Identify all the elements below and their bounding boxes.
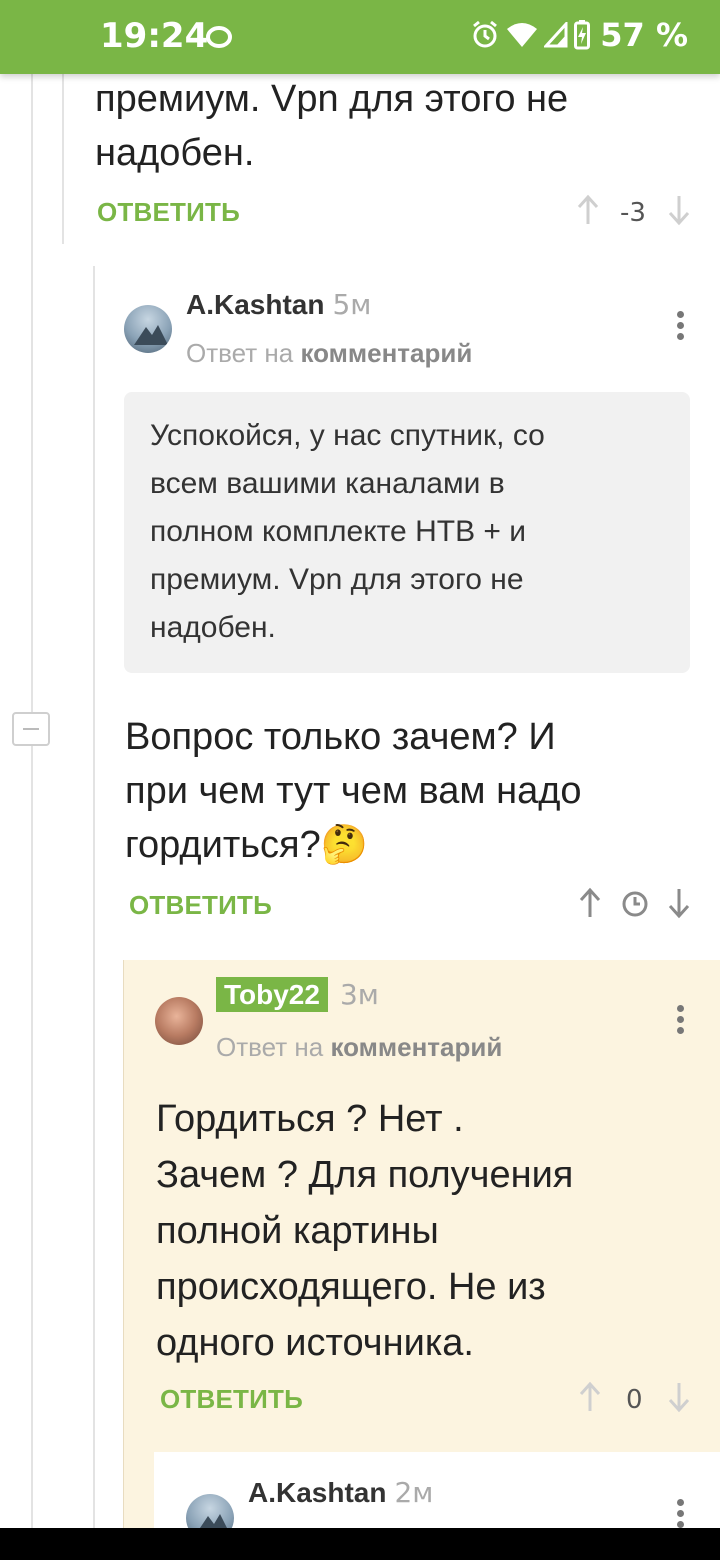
- comment-header: A.Kashtan 2м: [248, 1476, 433, 1509]
- downvote-icon[interactable]: [667, 887, 691, 919]
- thread-line: [31, 74, 33, 1528]
- system-navigation-bar: [0, 1528, 720, 1560]
- reply-to-meta: Ответ на комментарий: [216, 1032, 502, 1063]
- quote-line: полном комплекте НТВ + и: [150, 515, 527, 548]
- comment-time: 5м: [332, 288, 372, 321]
- quote-text: Успокойся, у нас спутник, со всем вашими…: [150, 412, 670, 652]
- more-options-icon[interactable]: [674, 309, 686, 343]
- comment-text: премиум. Vpn для этого не надобен.: [95, 72, 695, 180]
- battery-charging-icon: [574, 20, 591, 50]
- quoted-comment: Успокойся, у нас спутник, со всем вашими…: [124, 392, 690, 673]
- reply-button[interactable]: ОТВЕТИТЬ: [129, 890, 272, 921]
- more-options-icon[interactable]: [674, 1003, 686, 1037]
- thread-line: [93, 266, 95, 1528]
- reply-target-link[interactable]: комментарий: [330, 1032, 502, 1062]
- clock-icon: [622, 891, 648, 917]
- upvote-icon[interactable]: [578, 887, 602, 919]
- comment-time: 3м: [339, 978, 379, 1011]
- more-options-icon[interactable]: [674, 1497, 686, 1531]
- comment-time: 2м: [394, 1476, 434, 1509]
- comment-line: при чем тут чем вам надо: [125, 770, 582, 812]
- comment-line: происходящего. Не из: [156, 1266, 546, 1308]
- thread-line: [62, 74, 64, 244]
- comment-header: Toby22 3м: [216, 977, 379, 1012]
- status-icons: 57 %: [470, 16, 688, 54]
- alarm-icon: [473, 20, 498, 48]
- status-bar: 19:24 57 %: [0, 0, 720, 74]
- vpn-icon: [206, 26, 232, 48]
- wifi-icon: [507, 23, 538, 47]
- reply-target-link[interactable]: комментарий: [300, 338, 472, 368]
- comment-text: Вопрос только зачем? И при чем тут чем в…: [125, 710, 705, 872]
- reply-button[interactable]: ОТВЕТИТЬ: [97, 197, 240, 228]
- collapse-thread-button[interactable]: [12, 712, 50, 746]
- reply-button[interactable]: ОТВЕТИТЬ: [160, 1384, 303, 1415]
- comment-line: премиум. Vpn для этого не: [95, 78, 569, 120]
- author-name[interactable]: Toby22: [216, 977, 328, 1012]
- comment-line: одного источника.: [156, 1322, 474, 1364]
- avatar[interactable]: [155, 997, 203, 1045]
- author-name[interactable]: A.Kashtan: [186, 289, 324, 320]
- comment-block: [154, 1452, 720, 1528]
- comment-line: надобен.: [95, 132, 255, 174]
- avatar[interactable]: [124, 305, 172, 353]
- quote-line: Успокойся, у нас спутник, со: [150, 419, 545, 452]
- comment-line: Вопрос только зачем? И: [125, 716, 556, 758]
- upvote-icon[interactable]: [576, 194, 600, 226]
- comment-text: Гордиться ? Нет . Зачем ? Для получения …: [156, 1091, 706, 1371]
- comment-line: Зачем ? Для получения: [156, 1154, 574, 1196]
- signal-icon: [544, 22, 568, 48]
- battery-percent: 57 %: [600, 16, 688, 54]
- author-name[interactable]: A.Kashtan: [248, 1477, 386, 1508]
- vote-score: -3: [620, 198, 646, 228]
- upvote-icon[interactable]: [578, 1381, 602, 1413]
- comment-line: гордиться?🤔: [125, 824, 369, 866]
- downvote-icon[interactable]: [667, 1381, 691, 1413]
- reply-prefix: Ответ на: [216, 1032, 324, 1062]
- comment-line: Гордиться ? Нет .: [156, 1098, 464, 1140]
- status-time: 19:24: [100, 16, 209, 56]
- comment-header: A.Kashtan 5м: [186, 288, 371, 321]
- quote-line: премиум. Vpn для этого не: [150, 563, 524, 596]
- reply-prefix: Ответ на: [186, 338, 294, 368]
- comment-line: полной картины: [156, 1210, 439, 1252]
- reply-to-meta: Ответ на комментарий: [186, 338, 472, 369]
- quote-line: всем вашими каналами в: [150, 467, 505, 500]
- quote-line: надобен.: [150, 611, 276, 644]
- downvote-icon[interactable]: [667, 194, 691, 226]
- vote-score: 0: [626, 1385, 643, 1415]
